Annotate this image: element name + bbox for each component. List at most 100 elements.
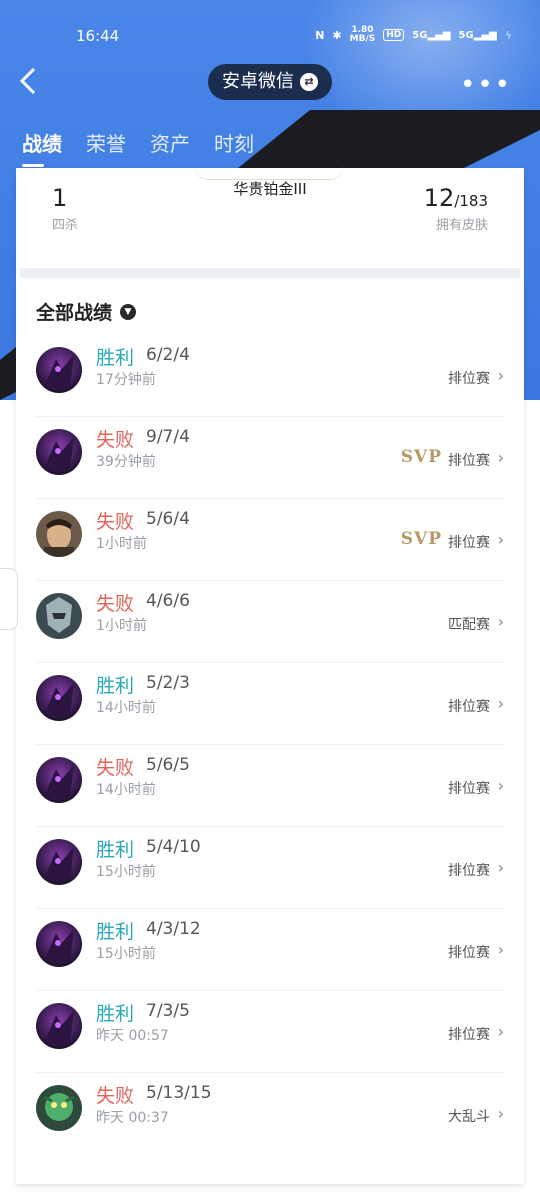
match-result: 失败 <box>96 429 135 451</box>
match-time: 1小时前 <box>96 618 147 634</box>
charging-icon: ϟ <box>504 28 512 42</box>
match-result: 失败 <box>96 1085 135 1107</box>
match-time: 昨天 00:57 <box>96 1028 169 1044</box>
nfc-icon: N <box>315 28 325 42</box>
match-result: 胜利 <box>96 921 135 943</box>
hero-avatar <box>36 839 82 885</box>
hero-avatar <box>36 1003 82 1049</box>
chevron-left-icon <box>19 67 36 95</box>
status-bar: 16:44 N ✱ 1.80 MB/S HD 5G▂▄▆ 5G▂▄▆ ϟ <box>0 22 540 52</box>
hero-avatar <box>36 1085 82 1131</box>
account-switcher[interactable]: 安卓微信 ⇄ <box>208 64 332 100</box>
tab-moments[interactable]: 时刻 <box>214 128 254 157</box>
match-result: 失败 <box>96 511 135 533</box>
hero-avatar <box>36 347 82 393</box>
match-kda: 6/2/4 <box>146 345 190 365</box>
stat-total: /183 <box>454 192 488 210</box>
match-row[interactable]: 失败 5/13/15 昨天 00:37 大乱斗 › <box>36 1073 504 1155</box>
match-row[interactable]: 胜利 4/3/12 15小时前 排位赛 › <box>36 909 504 991</box>
more-menu-button[interactable]: ••• <box>460 70 512 100</box>
tab-honor[interactable]: 荣誉 <box>86 128 126 157</box>
match-kda: 4/3/12 <box>146 919 201 939</box>
match-mode: 匹配赛 <box>448 617 490 633</box>
match-row[interactable]: 失败 5/6/5 14小时前 排位赛 › <box>36 745 504 827</box>
stat-value: 12 <box>423 184 455 212</box>
all-records-filter[interactable]: 全部战绩 ▼ <box>16 278 524 325</box>
match-time: 昨天 00:37 <box>96 1110 169 1126</box>
chevron-right-icon: › <box>497 776 504 795</box>
status-time: 16:44 <box>76 27 120 45</box>
net-speed: 1.80 MB/S <box>349 25 376 44</box>
match-result: 胜利 <box>96 1003 135 1025</box>
bluetooth-icon: ✱ <box>332 28 342 42</box>
match-result: 胜利 <box>96 839 135 861</box>
chevron-right-icon: › <box>497 530 504 549</box>
hd-icon: HD <box>383 29 405 41</box>
tab-record[interactable]: 战绩 <box>22 128 62 167</box>
match-mode: 排位赛 <box>448 781 490 797</box>
match-result: 胜利 <box>96 675 135 697</box>
stats-summary: 1 四杀 华贵铂金III 12/183 拥有皮肤 <box>16 168 524 268</box>
hero-avatar <box>36 675 82 721</box>
match-kda: 5/4/10 <box>146 837 201 857</box>
match-row[interactable]: 胜利 5/4/10 15小时前 排位赛 › <box>36 827 504 909</box>
match-row[interactable]: 失败 4/6/6 1小时前 匹配赛 › <box>36 581 504 663</box>
match-time: 39分钟前 <box>96 454 156 470</box>
match-row[interactable]: 失败 5/6/4 1小时前 SVP 排位赛 › <box>36 499 504 581</box>
match-result: 胜利 <box>96 347 135 369</box>
chevron-down-icon: ▼ <box>120 303 137 320</box>
match-kda: 5/6/5 <box>146 755 190 775</box>
signal-icon-2: 5G▂▄▆ <box>458 29 497 41</box>
match-row[interactable]: 胜利 5/2/3 14小时前 排位赛 › <box>36 663 504 745</box>
match-kda: 7/3/5 <box>146 1001 190 1021</box>
match-mode: 排位赛 <box>448 1027 490 1043</box>
chevron-right-icon: › <box>497 1104 504 1123</box>
match-time: 17分钟前 <box>96 372 156 388</box>
hero-avatar <box>36 511 82 557</box>
hero-avatar <box>36 429 82 475</box>
chevron-right-icon: › <box>497 694 504 713</box>
hero-avatar <box>36 593 82 639</box>
chevron-right-icon: › <box>497 448 504 467</box>
chevron-right-icon: › <box>497 1022 504 1041</box>
match-mode: 排位赛 <box>448 453 490 469</box>
match-time: 14小时前 <box>96 782 156 798</box>
match-mode: 排位赛 <box>448 945 490 961</box>
match-time: 14小时前 <box>96 700 156 716</box>
chevron-right-icon: › <box>497 612 504 631</box>
stat-label: 拥有皮肤 <box>435 218 488 233</box>
match-result: 失败 <box>96 593 135 615</box>
match-time: 15小时前 <box>96 946 156 962</box>
svp-badge: SVP <box>400 447 442 467</box>
chevron-right-icon: › <box>497 858 504 877</box>
record-card: 1 四杀 华贵铂金III 12/183 拥有皮肤 全部战绩 ▼ 胜利 6/2/4 1… <box>16 168 524 1184</box>
account-title: 安卓微信 <box>222 71 294 92</box>
match-kda: 5/13/15 <box>146 1083 212 1103</box>
section-title: 全部战绩 <box>36 302 113 324</box>
match-mode: 排位赛 <box>448 535 490 551</box>
match-kda: 5/6/4 <box>146 509 190 529</box>
match-result: 失败 <box>96 757 135 779</box>
match-kda: 9/7/4 <box>146 427 190 447</box>
match-row[interactable]: 失败 9/7/4 39分钟前 SVP 排位赛 › <box>36 417 504 499</box>
match-kda: 4/6/6 <box>146 591 190 611</box>
section-divider <box>20 268 520 278</box>
match-mode: 大乱斗 <box>448 1109 490 1125</box>
match-mode: 排位赛 <box>448 699 490 715</box>
match-time: 15小时前 <box>96 864 156 880</box>
side-drawer-handle[interactable] <box>0 568 18 630</box>
svp-badge: SVP <box>400 529 442 549</box>
chevron-right-icon: › <box>497 940 504 959</box>
match-list: 胜利 6/2/4 17分钟前排位赛 › 失败 9/7/4 39分钟前 SVP 排位赛 › 失败 5/6… <box>16 335 524 1155</box>
match-mode: 排位赛 <box>448 863 490 879</box>
tab-bar: 战绩 荣誉 资产 时刻 <box>22 128 254 167</box>
swap-icon: ⇄ <box>300 73 318 91</box>
stat-label: 四杀 <box>52 218 79 233</box>
tab-assets[interactable]: 资产 <box>150 128 190 157</box>
stat-skins: 12/183 拥有皮肤 <box>424 184 488 233</box>
match-row[interactable]: 胜利 6/2/4 17分钟前 排位赛 › <box>36 335 504 417</box>
chevron-right-icon: › <box>497 366 504 385</box>
back-button[interactable] <box>18 66 48 96</box>
match-kda: 5/2/3 <box>146 673 190 693</box>
match-row[interactable]: 胜利 7/3/5 昨天 00:57 排位赛 › <box>36 991 504 1073</box>
